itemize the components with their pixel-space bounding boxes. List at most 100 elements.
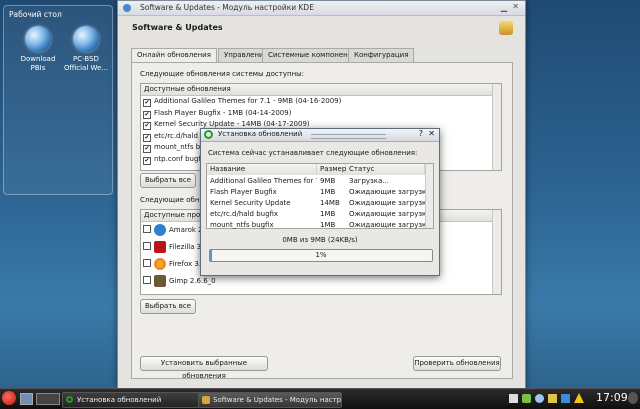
cell-name: Kernel Security Update — [210, 199, 291, 207]
list-item-label: Additional Galileo Themes for 7.1 - 9MB … — [154, 97, 342, 105]
minimize-icon[interactable]: ▁ — [501, 3, 507, 12]
cell-name: Additional Galileo Themes for 7.1 — [210, 177, 317, 185]
warning-icon[interactable] — [574, 393, 584, 403]
install-updates-dialog: Установка обновлений ? ✕ Система сейчас … — [200, 128, 440, 276]
tab-configuration[interactable]: Конфигурация — [348, 48, 415, 62]
updates-table: Название Размер Статус Additional Galile… — [206, 163, 434, 229]
checkbox-icon[interactable]: ✔ — [143, 110, 151, 119]
window-title: Software & Updates - Модуль настройки KD… — [140, 3, 314, 12]
cell-status: Ожидающие загрузки — [349, 188, 431, 196]
download-progress-bar: 1% — [209, 249, 433, 262]
close-icon[interactable]: ✕ — [428, 129, 435, 138]
checkbox-icon[interactable] — [143, 242, 151, 250]
panel-cashew-icon[interactable] — [628, 392, 638, 404]
checkbox-icon[interactable]: ✔ — [143, 122, 151, 130]
window-titlebar[interactable]: Software & Updates - Модуль настройки KD… — [118, 1, 525, 16]
globe-icon — [73, 26, 99, 52]
firefox-icon — [154, 258, 166, 270]
list-item[interactable]: ✔ Additional Galileo Themes for 7.1 - 9MB… — [141, 96, 501, 108]
widget-title: Рабочий стол — [9, 10, 62, 19]
amarok-icon — [154, 224, 166, 236]
list-item-label: Amarok 2 — [169, 226, 203, 234]
titlebar-grip — [311, 134, 386, 139]
package-icon — [499, 21, 513, 35]
table-row[interactable]: etc/rc.d/hald bugfix 1MB Ожидающие загрузк… — [207, 209, 431, 220]
transfer-status: 0MB из 9MB (24KB/s) — [282, 236, 358, 244]
dialog-message: Система сейчас устанавливает следующие о… — [208, 149, 418, 157]
progress-text: 1% — [315, 251, 327, 259]
select-all-system-button[interactable]: Выбрать все — [140, 173, 196, 188]
list-scrollbar[interactable] — [492, 84, 501, 170]
task-software-updates[interactable]: Software & Updates - Модуль настр... — [198, 392, 342, 408]
shortcut-label: Download PBIs — [20, 55, 56, 72]
list-header: Доступные обновления — [141, 84, 501, 96]
notes-icon[interactable] — [548, 394, 557, 403]
column-header-status[interactable]: Статус — [346, 164, 425, 175]
table-row[interactable]: Kernel Security Update 14MB Ожидающие загр… — [207, 198, 431, 209]
cell-size: 1MB — [320, 210, 336, 218]
check-updates-button[interactable]: Проверить обновления — [413, 356, 501, 371]
pcbsd-website-shortcut[interactable]: PC-BSD Official We... — [62, 26, 110, 73]
list-scrollbar[interactable] — [492, 210, 501, 294]
close-icon[interactable]: ✕ — [512, 2, 519, 11]
table-row[interactable]: Additional Galileo Themes for 7.1 9MB Загр… — [207, 176, 425, 187]
column-header-name[interactable]: Название — [207, 164, 317, 175]
dialog-titlebar[interactable]: Установка обновлений ? ✕ — [201, 129, 439, 142]
list-item-label: Gimp 2.6.6_0 — [169, 277, 216, 285]
tab-online-updates[interactable]: Онлайн обновления — [131, 48, 217, 63]
clock[interactable]: 17:09 — [596, 391, 628, 404]
pager-icon[interactable] — [36, 393, 60, 405]
cell-status: Ожидающие загрузки — [349, 210, 431, 218]
clipboard-icon[interactable] — [509, 394, 518, 403]
task-label: Software & Updates - Модуль настр... — [213, 396, 342, 404]
volume-icon[interactable] — [535, 394, 544, 403]
network-icon[interactable] — [522, 394, 531, 403]
cell-size: 1MB — [320, 221, 336, 229]
cell-size: 9MB — [320, 177, 336, 185]
refresh-icon — [66, 396, 73, 403]
start-menu-icon[interactable] — [2, 391, 16, 405]
kde-app-icon[interactable] — [123, 4, 131, 12]
gimp-icon — [154, 275, 166, 287]
table-scrollbar[interactable] — [425, 164, 433, 228]
install-selected-button[interactable]: Установить выбранные обновления — [140, 356, 268, 380]
cell-name: mount_ntfs bugfix — [210, 221, 274, 229]
help-icon[interactable]: ? — [419, 129, 423, 138]
show-desktop-icon[interactable] — [20, 393, 33, 405]
refresh-icon — [204, 130, 213, 139]
column-header-size[interactable]: Размер — [317, 164, 346, 175]
download-pbis-shortcut[interactable]: Download PBIs — [14, 26, 62, 73]
pbi-updates-label: Следующие обн — [140, 196, 200, 204]
select-all-pbi-button[interactable]: Выбрать все — [140, 299, 196, 314]
cell-size: 1MB — [320, 188, 336, 196]
checkbox-icon[interactable]: ✔ — [143, 145, 151, 153]
dialog-title: Установка обновлений — [218, 130, 303, 138]
cell-status: Ожидающие загрузки — [349, 199, 431, 207]
shortcut-label: PC-BSD Official We... — [63, 55, 109, 72]
package-icon — [202, 396, 210, 404]
list-item-label: Filezilla 3. — [169, 243, 204, 251]
cell-name: etc/rc.d/hald bugfix — [210, 210, 279, 218]
list-item[interactable]: ✔ Flash Player Bugfix - 1MB (04-14-2009) — [141, 108, 501, 120]
filezilla-icon — [154, 241, 166, 253]
checkbox-icon[interactable] — [143, 259, 151, 267]
desktop-folder-widget: Рабочий стол Download PBIs PC-BSD Offici… — [3, 5, 113, 195]
list-item-label: Flash Player Bugfix - 1MB (04-14-2009) — [154, 108, 292, 117]
checkbox-icon[interactable] — [143, 276, 151, 284]
checkbox-icon[interactable]: ✔ — [143, 133, 151, 142]
table-row[interactable]: mount_ntfs bugfix 1MB Ожидающие загрузки — [207, 220, 431, 231]
table-row[interactable]: Flash Player Bugfix 1MB Ожидающие загрузки — [207, 187, 431, 198]
cell-status: Ожидающие загрузки — [349, 221, 431, 229]
checkbox-icon[interactable]: ✔ — [143, 99, 151, 107]
checkbox-icon[interactable]: ✔ — [143, 156, 151, 165]
bluetooth-icon[interactable] — [561, 394, 570, 403]
cell-status: Загрузка... — [349, 177, 389, 185]
task-label: Установка обновлений — [77, 396, 162, 404]
task-install-updates[interactable]: Установка обновлений — [62, 392, 208, 408]
checkbox-icon[interactable] — [143, 225, 151, 233]
taskbar: Установка обновлений Software & Updates … — [0, 388, 640, 409]
list-item-label: Kernel Security Update - 14MB (04-17-200… — [154, 120, 310, 128]
globe-icon — [25, 26, 51, 52]
cell-size: 14MB — [320, 199, 340, 207]
cell-name: Flash Player Bugfix — [210, 188, 277, 196]
